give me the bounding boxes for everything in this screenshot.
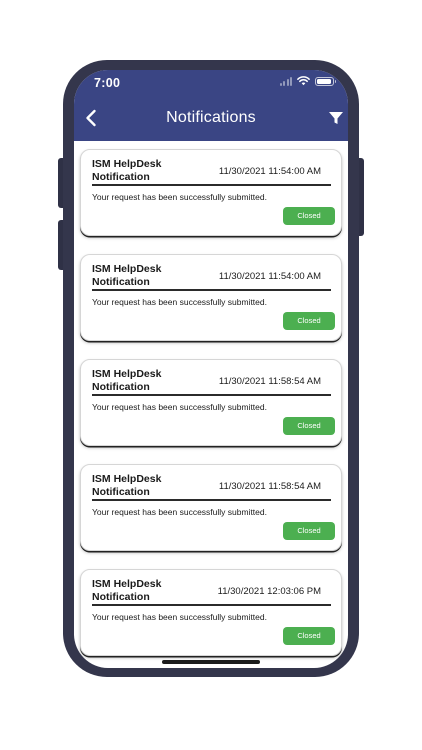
notification-timestamp: 11/30/2021 11:54:00 AM <box>218 271 321 282</box>
notification-card[interactable]: ISM HelpDesk Notification 11/30/2021 11:… <box>80 359 342 446</box>
divider <box>92 289 331 291</box>
notification-list: ISM HelpDesk Notification 11/30/2021 11:… <box>80 149 342 668</box>
divider <box>92 499 331 501</box>
divider <box>92 184 331 186</box>
cellular-signal-icon <box>279 76 292 86</box>
notification-title: ISM HelpDesk Notification <box>92 368 162 393</box>
app-screen: 7:00 Notifications ISM HelpDesk Notifica… <box>74 70 348 668</box>
notification-card[interactable]: ISM HelpDesk Notification 11/30/2021 11:… <box>80 254 342 341</box>
notification-message: Your request has been successfully submi… <box>92 297 267 307</box>
stage: 7:00 Notifications ISM HelpDesk Notifica… <box>0 0 422 750</box>
notification-message: Your request has been successfully submi… <box>92 192 267 202</box>
notification-timestamp: 11/30/2021 11:58:54 AM <box>218 376 321 387</box>
battery-icon <box>315 76 336 86</box>
divider <box>92 604 331 606</box>
notification-message: Your request has been successfully submi… <box>92 612 267 622</box>
status-time: 7:00 <box>94 76 121 90</box>
notification-timestamp: 11/30/2021 11:58:54 AM <box>218 481 321 492</box>
notification-message: Your request has been successfully submi… <box>92 507 267 517</box>
notification-title: ISM HelpDesk Notification <box>92 158 162 183</box>
notification-card[interactable]: ISM HelpDesk Notification 11/30/2021 11:… <box>80 149 342 236</box>
status-closed-button[interactable]: Closed <box>283 417 335 435</box>
status-closed-button[interactable]: Closed <box>283 312 335 330</box>
app-header: 7:00 Notifications <box>74 70 348 141</box>
notification-title: ISM HelpDesk Notification <box>92 578 162 603</box>
status-closed-button[interactable]: Closed <box>283 627 335 645</box>
notification-title: ISM HelpDesk Notification <box>92 473 162 498</box>
wifi-icon <box>297 76 310 86</box>
status-closed-button[interactable]: Closed <box>283 522 335 540</box>
notification-card[interactable]: ISM HelpDesk Notification 11/30/2021 12:… <box>80 569 342 656</box>
notification-timestamp: 11/30/2021 11:54:00 AM <box>218 166 321 177</box>
status-icons <box>279 76 336 86</box>
divider <box>92 394 331 396</box>
notification-title: ISM HelpDesk Notification <box>92 263 162 288</box>
page-title: Notifications <box>166 109 256 126</box>
status-closed-button[interactable]: Closed <box>283 207 335 225</box>
notification-message: Your request has been successfully submi… <box>92 402 267 412</box>
notification-timestamp: 11/30/2021 12:03:06 PM <box>217 586 321 597</box>
home-indicator[interactable] <box>162 660 260 664</box>
filter-icon[interactable] <box>328 110 344 126</box>
notification-card[interactable]: ISM HelpDesk Notification 11/30/2021 11:… <box>80 464 342 551</box>
